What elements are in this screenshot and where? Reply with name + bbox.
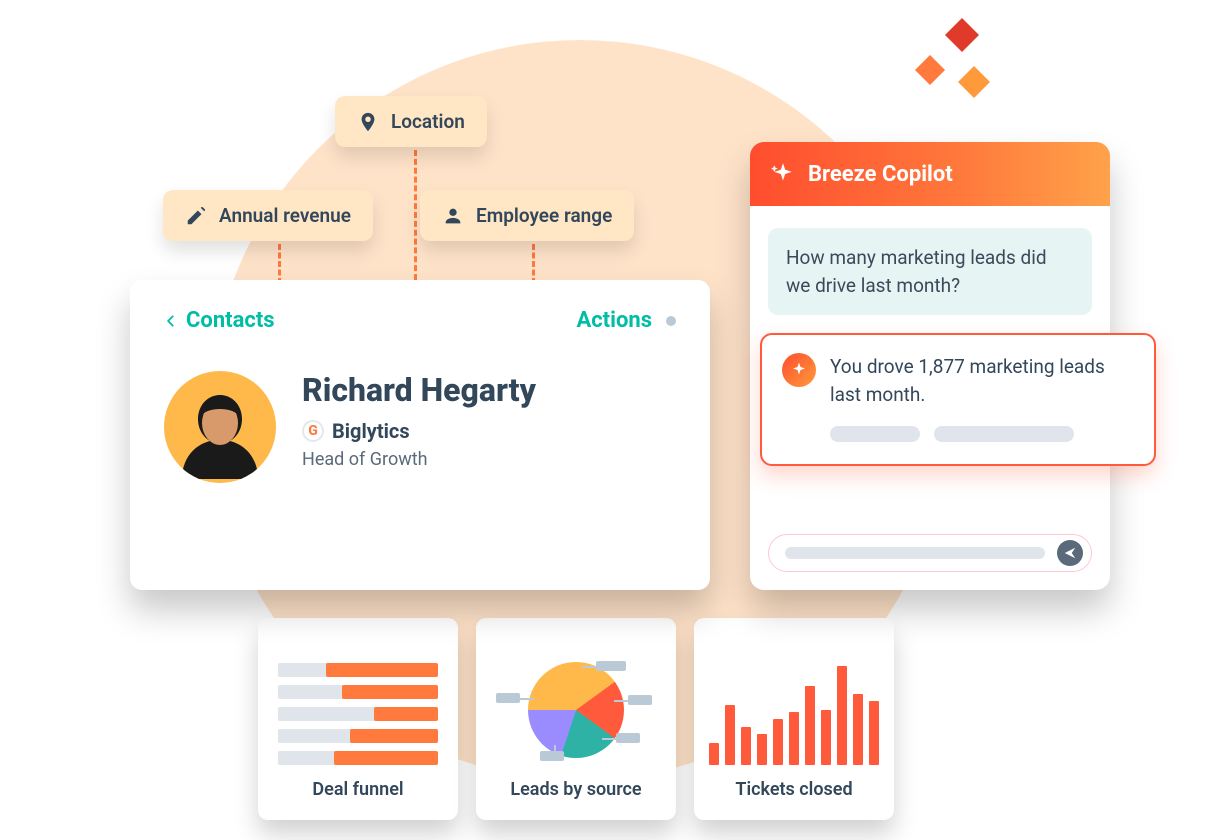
contact-name: Richard Hegarty (302, 371, 536, 409)
actions-label: Actions (576, 308, 652, 333)
card-leads-by-source[interactable]: Leads by source (476, 618, 676, 820)
card-tickets-label: Tickets closed (735, 779, 852, 800)
pill-revenue-label: Annual revenue (219, 204, 351, 227)
send-icon (1063, 546, 1077, 560)
pill-annual-revenue[interactable]: Annual revenue (163, 190, 373, 241)
chevron-left-icon (164, 311, 178, 331)
connector-line (278, 244, 281, 284)
copilot-header: Breeze Copilot (750, 142, 1110, 206)
contact-title: Head of Growth (302, 449, 536, 470)
back-contacts-link[interactable]: Contacts (164, 308, 275, 333)
card-funnel-label: Deal funnel (312, 779, 403, 800)
answer-loading-placeholders (782, 426, 1134, 442)
pill-employee-range[interactable]: Employee range (420, 190, 634, 241)
actions-menu[interactable]: Actions (576, 308, 676, 333)
copilot-answer-text: You drove 1,877 marketing leads last mon… (830, 353, 1134, 408)
copilot-title: Breeze Copilot (808, 162, 953, 187)
card-deal-funnel[interactable]: Deal funnel (258, 618, 458, 820)
card-source-label: Leads by source (510, 779, 641, 800)
bar-chart (709, 655, 879, 765)
pill-location[interactable]: Location (335, 96, 487, 147)
copilot-question-bubble: How many marketing leads did we drive la… (768, 228, 1092, 315)
copilot-answer-bubble: You drove 1,877 marketing leads last mon… (760, 333, 1156, 466)
contact-card: Contacts Actions Richard Hegarty G Bigly… (130, 280, 710, 590)
company-logo-icon: G (302, 420, 324, 442)
pill-employee-label: Employee range (476, 204, 612, 227)
more-dot-icon (666, 316, 676, 326)
copilot-panel: Breeze Copilot How many marketing leads … (750, 142, 1110, 590)
pie-chart (496, 655, 656, 765)
connector-line (532, 244, 535, 284)
contact-avatar (164, 371, 276, 483)
card-tickets-closed[interactable]: Tickets closed (694, 618, 894, 820)
ai-badge-icon (782, 353, 816, 387)
edit-icon (185, 205, 207, 227)
copilot-input[interactable] (768, 534, 1092, 572)
back-contacts-label: Contacts (186, 308, 275, 333)
input-placeholder-line (785, 547, 1045, 559)
funnel-chart (278, 663, 438, 765)
copilot-question-text: How many marketing leads did we drive la… (786, 246, 1047, 297)
person-icon (442, 205, 464, 227)
pill-location-label: Location (391, 110, 465, 133)
location-pin-icon (357, 111, 379, 133)
send-button[interactable] (1057, 540, 1083, 566)
sparkle-icon (770, 161, 796, 187)
contact-company: Biglytics (332, 419, 410, 443)
sparkle-icon (880, 10, 1020, 130)
connector-line (414, 150, 417, 280)
